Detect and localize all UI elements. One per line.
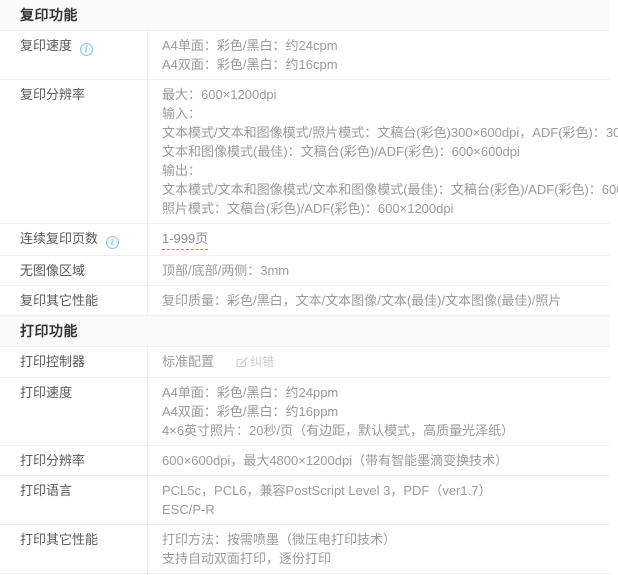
value-text: PCL5c，PCL6，兼容PostScript Level 3，PDF（ver1… bbox=[162, 483, 491, 498]
spec-label: 打印分辨率 bbox=[20, 453, 85, 468]
spec-row: 打印语言 PCL5c，PCL6，兼容PostScript Level 3，PDF… bbox=[0, 476, 610, 525]
value-text: 600×600dpi，最大4800×1200dpi（带有智能墨滴变换技术） bbox=[162, 453, 508, 468]
value-text: 复印质量：彩色/黑白，文本/文本图像/文本(最佳)/文本图像(最佳)/照片 bbox=[162, 293, 561, 308]
value-text: 输出： bbox=[162, 163, 201, 178]
info-circle-icon[interactable]: i bbox=[80, 43, 93, 56]
spec-value-cell: A4单面：彩色/黑白：约24ppm A4双面：彩色/黑白：约16ppm 4×6英寸照… bbox=[148, 378, 610, 445]
value-line: 600×600dpi，最大4800×1200dpi（带有智能墨滴变换技术） bbox=[162, 451, 600, 470]
spec-label: 无图像区域 bbox=[20, 263, 85, 278]
value-text: 文本模式/文本和图像模式/照片模式：文稿台(彩色)300×600dpi，ADF(… bbox=[162, 125, 618, 140]
value-line: 支持自动双面打印，逐份打印 bbox=[162, 549, 600, 568]
value-line: 顶部/底部/两侧：3mm bbox=[162, 261, 600, 280]
spec-label: 复印速度 bbox=[20, 38, 72, 53]
info-circle-icon[interactable]: i bbox=[106, 236, 119, 249]
spec-value-cell: 600×600dpi，最大4800×1200dpi（带有智能墨滴变换技术） bbox=[148, 446, 610, 475]
error-correction-link[interactable]: 纠错 bbox=[236, 355, 274, 369]
section-rows: 复印速度 i A4单面：彩色/黑白：约24cpm A4双面：彩色/黑白：约16cp… bbox=[0, 31, 610, 316]
spec-value-cell: 顶部/底部/两侧：3mm bbox=[148, 256, 610, 285]
value-line: 1-999页 bbox=[162, 229, 600, 250]
value-text: 文本和图像模式(最佳)：文稿台(彩色)/ADF(彩色)：600×600dpi bbox=[162, 144, 520, 159]
spec-value-cell: 最大：600×1200dpi 输入： 文本模式/文本和图像模式/照片模式：文稿台(彩… bbox=[148, 80, 610, 223]
section-title: 复印功能 bbox=[20, 7, 78, 23]
value-line: 文本和图像模式(最佳)：文稿台(彩色)/ADF(彩色)：600×600dpi bbox=[162, 142, 600, 161]
spec-row: 复印速度 i A4单面：彩色/黑白：约24cpm A4双面：彩色/黑白：约16cp… bbox=[0, 31, 610, 80]
spec-value-cell: A4单面：彩色/黑白：约24cpm A4双面：彩色/黑白：约16cpm bbox=[148, 31, 610, 79]
value-text: A4双面：彩色/黑白：约16cpm bbox=[162, 57, 338, 72]
value-text: 支持自动双面打印，逐份打印 bbox=[162, 551, 331, 566]
value-line: A4双面：彩色/黑白：约16cpm bbox=[162, 55, 600, 74]
value-line: 照片模式：文稿台(彩色)/ADF(彩色)：600×1200dpi bbox=[162, 199, 600, 218]
spec-label: 复印其它性能 bbox=[20, 293, 98, 308]
value-line: 输入： bbox=[162, 104, 600, 123]
spec-value-cell: PCL5c，PCL6，兼容PostScript Level 3，PDF（ver1… bbox=[148, 476, 610, 524]
value-line: 文本模式/文本和图像模式/照片模式：文稿台(彩色)300×600dpi，ADF(… bbox=[162, 123, 600, 142]
value-text: 照片模式：文稿台(彩色)/ADF(彩色)：600×1200dpi bbox=[162, 201, 453, 216]
value-line: 文本模式/文本和图像模式/文本和图像模式(最佳)：文稿台(彩色)/ADF(彩色)… bbox=[162, 180, 600, 199]
spec-value-cell: 1-999页 bbox=[148, 224, 610, 255]
spec-row: 复印其它性能 复印质量：彩色/黑白，文本/文本图像/文本(最佳)/文本图像(最佳… bbox=[0, 286, 610, 316]
value-line: ESC/P-R bbox=[162, 500, 600, 519]
max-pages-link[interactable]: 1-999页 bbox=[162, 229, 208, 250]
value-line: A4双面：彩色/黑白：约16ppm bbox=[162, 402, 600, 421]
value-text: 打印方法：按需喷墨（微压电打印技术） bbox=[162, 532, 396, 547]
spec-table: 复印功能 复印速度 i A4单面：彩色/黑白：约24cpm A4双面：彩色/黑白：… bbox=[0, 0, 610, 575]
value-line: 打印方法：按需喷墨（微压电打印技术） bbox=[162, 530, 600, 549]
spec-label-cell: 打印其它性能 bbox=[0, 525, 148, 573]
value-line: A4单面：彩色/黑白：约24cpm bbox=[162, 36, 600, 55]
spec-label-cell: 复印速度 i bbox=[0, 31, 148, 79]
spec-label: 打印语言 bbox=[20, 483, 72, 498]
value-line: 复印质量：彩色/黑白，文本/文本图像/文本(最佳)/文本图像(最佳)/照片 bbox=[162, 291, 600, 310]
spec-section: 打印功能 打印控制器 标准配置 纠错 打印速度 A4单面：彩色/黑白：约24ppm… bbox=[0, 316, 610, 574]
spec-label-cell: 打印语言 bbox=[0, 476, 148, 524]
value-text: ESC/P-R bbox=[162, 502, 215, 517]
spec-row: 复印分辨率 最大：600×1200dpi 输入： 文本模式/文本和图像模式/照片模式… bbox=[0, 80, 610, 224]
spec-label: 打印速度 bbox=[20, 385, 72, 400]
spec-value-cell: 复印质量：彩色/黑白，文本/文本图像/文本(最佳)/文本图像(最佳)/照片 bbox=[148, 286, 610, 315]
value-text: A4双面：彩色/黑白：约16ppm bbox=[162, 404, 338, 419]
value-line: A4单面：彩色/黑白：约24ppm bbox=[162, 383, 600, 402]
spec-label-cell: 复印分辨率 bbox=[0, 80, 148, 223]
spec-row: 无图像区域 顶部/底部/两侧：3mm bbox=[0, 256, 610, 286]
spec-label: 复印分辨率 bbox=[20, 87, 85, 102]
spec-value-cell: 标准配置 纠错 bbox=[148, 347, 610, 377]
spec-value-cell: 打印方法：按需喷墨（微压电打印技术） 支持自动双面打印，逐份打印 bbox=[148, 525, 610, 573]
value-text: A4单面：彩色/黑白：约24cpm bbox=[162, 38, 338, 53]
value-line: PCL5c，PCL6，兼容PostScript Level 3，PDF（ver1… bbox=[162, 481, 600, 500]
value-text: 文本模式/文本和图像模式/文本和图像模式(最佳)：文稿台(彩色)/ADF(彩色)… bbox=[162, 182, 618, 197]
spec-row: 连续复印页数 i 1-999页 bbox=[0, 224, 610, 256]
spec-section: 复印功能 复印速度 i A4单面：彩色/黑白：约24cpm A4双面：彩色/黑白：… bbox=[0, 0, 610, 316]
spec-label: 打印控制器 bbox=[20, 354, 85, 369]
value-text: 4×6英寸照片：20秒/页（有边距，默认模式，高质量光泽纸） bbox=[162, 423, 514, 438]
value-line: 最大：600×1200dpi bbox=[162, 85, 600, 104]
spec-label-cell: 打印分辨率 bbox=[0, 446, 148, 475]
error-correction-label: 纠错 bbox=[250, 355, 274, 369]
spec-label-cell: 无图像区域 bbox=[0, 256, 148, 285]
value-line: 标准配置 纠错 bbox=[162, 352, 600, 372]
spec-label-cell: 打印速度 bbox=[0, 378, 148, 445]
spec-label-cell: 打印控制器 bbox=[0, 347, 148, 377]
spec-row: 打印分辨率 600×600dpi，最大4800×1200dpi（带有智能墨滴变换… bbox=[0, 446, 610, 476]
value-line: 4×6英寸照片：20秒/页（有边距，默认模式，高质量光泽纸） bbox=[162, 421, 600, 440]
spec-row: 打印速度 A4单面：彩色/黑白：约24ppm A4双面：彩色/黑白：约16ppm 4… bbox=[0, 378, 610, 446]
spec-row: 打印其它性能 打印方法：按需喷墨（微压电打印技术） 支持自动双面打印，逐份打印 bbox=[0, 525, 610, 574]
section-rows: 打印控制器 标准配置 纠错 打印速度 A4单面：彩色/黑白：约24ppm A4双面：… bbox=[0, 347, 610, 574]
value-text: 输入： bbox=[162, 106, 201, 121]
value-line: 输出： bbox=[162, 161, 600, 180]
edit-pencil-icon bbox=[236, 356, 248, 368]
section-title: 打印功能 bbox=[20, 323, 78, 339]
spec-label-cell: 连续复印页数 i bbox=[0, 224, 148, 255]
section-header: 打印功能 bbox=[0, 316, 610, 347]
value-text: 顶部/底部/两侧：3mm bbox=[162, 263, 289, 278]
spec-row: 打印控制器 标准配置 纠错 bbox=[0, 347, 610, 378]
spec-label: 打印其它性能 bbox=[20, 532, 98, 547]
section-header: 复印功能 bbox=[0, 0, 610, 31]
spec-label-cell: 复印其它性能 bbox=[0, 286, 148, 315]
value-text: 标准配置 bbox=[162, 354, 214, 369]
value-text: A4单面：彩色/黑白：约24ppm bbox=[162, 385, 338, 400]
value-text: 最大：600×1200dpi bbox=[162, 87, 277, 102]
spec-label: 连续复印页数 bbox=[20, 231, 98, 246]
